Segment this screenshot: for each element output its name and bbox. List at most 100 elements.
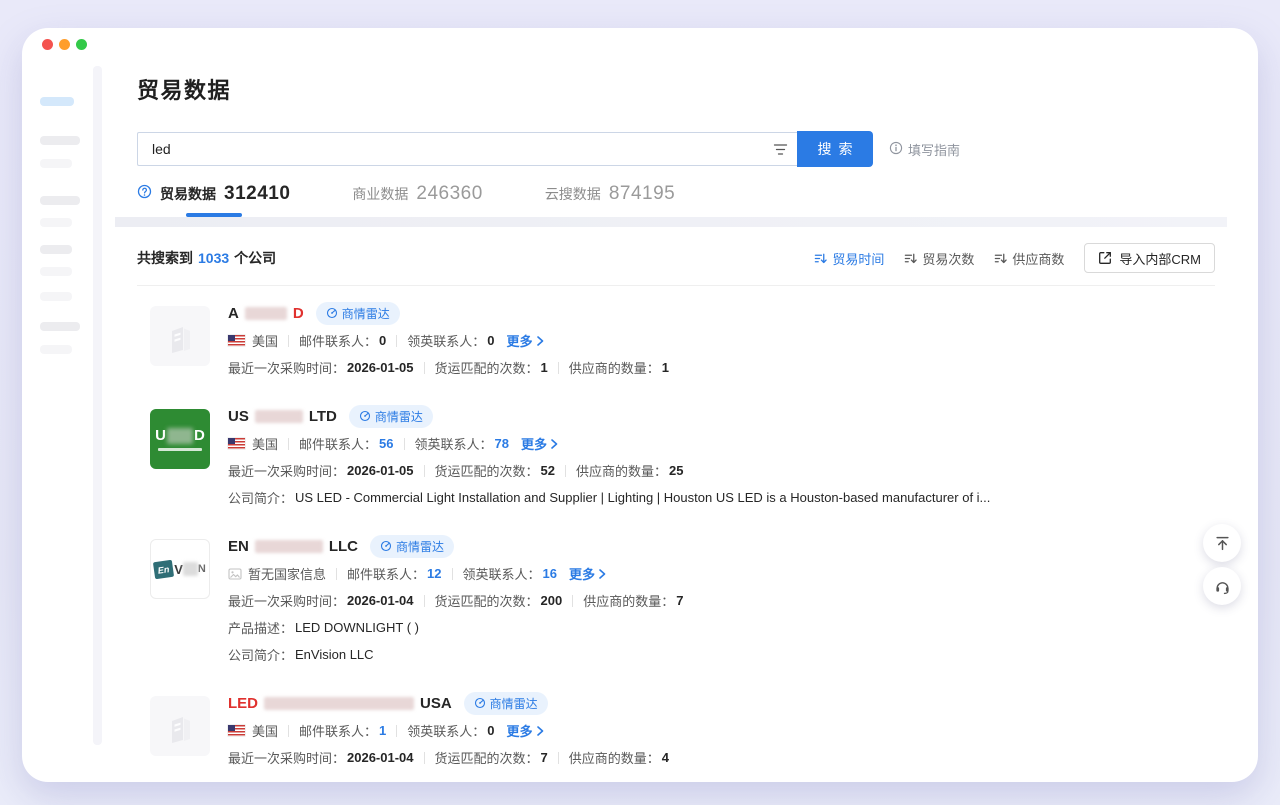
redacted-text xyxy=(264,697,414,710)
intel-radar-badge[interactable]: 商情雷达 xyxy=(316,302,400,325)
linkedin-contact-count: 0 xyxy=(487,723,494,738)
more-link[interactable]: 更多 xyxy=(507,721,545,740)
sort-trade-time[interactable]: 贸易时间 xyxy=(814,249,884,268)
sort-trade-count[interactable]: 贸易次数 xyxy=(904,249,974,268)
linkedin-contact-count: 78 xyxy=(495,436,509,451)
supplier-count: 4 xyxy=(662,750,669,765)
results-header: 共搜索到1033个公司 贸易时间 贸易次数 供应商数 导入内部CRM xyxy=(137,243,1215,273)
email-contact-count: 1 xyxy=(379,723,386,738)
country-label: 美国 xyxy=(252,434,278,453)
company-list-item[interactable]: AD 商情雷达 美国 邮件联系人： 0 领英联系人： 0 更多 xyxy=(137,286,1215,389)
intel-radar-badge[interactable]: 商情雷达 xyxy=(349,405,433,428)
no-country-image-icon xyxy=(228,568,242,580)
company-name[interactable]: LEDUSA xyxy=(228,695,452,712)
tab-count: 246360 xyxy=(416,183,482,205)
company-name[interactable]: USLTD xyxy=(228,408,337,425)
sidebar-item[interactable] xyxy=(40,292,72,301)
chevron-right-icon xyxy=(550,439,559,449)
sidebar-item[interactable] xyxy=(40,245,72,254)
chevron-right-icon xyxy=(598,569,607,579)
fill-guide-link[interactable]: 填写指南 xyxy=(889,140,960,159)
last-purchase-date: 2026-01-04 xyxy=(347,750,414,765)
company-list-item[interactable]: EnVN ENLLC 商情雷达 暂无国家信息 邮件联系人： xyxy=(137,519,1215,676)
us-flag-icon xyxy=(228,438,245,449)
email-contact-count: 0 xyxy=(379,333,386,348)
radar-icon xyxy=(326,307,338,319)
maximize-window-button[interactable] xyxy=(76,39,87,50)
redacted-text xyxy=(183,562,198,576)
headset-icon xyxy=(1214,578,1231,595)
redacted-text xyxy=(245,307,287,320)
tab-count: 874195 xyxy=(609,183,675,205)
import-crm-button[interactable]: 导入内部CRM xyxy=(1084,243,1215,273)
company-list-item[interactable]: LEDUSA 商情雷达 美国 邮件联系人： 1 领英联系人： 0 更多 xyxy=(137,676,1215,779)
search-bar: 搜索 填写指南 xyxy=(137,131,1215,167)
intel-radar-badge[interactable]: 商情雷达 xyxy=(464,692,548,715)
filter-icon[interactable] xyxy=(763,133,797,165)
help-icon[interactable] xyxy=(137,184,152,204)
results-summary: 共搜索到1033个公司 xyxy=(137,248,276,268)
close-window-button[interactable] xyxy=(42,39,53,50)
back-to-top-icon xyxy=(1214,535,1231,552)
company-name[interactable]: ENLLC xyxy=(228,538,358,555)
freight-match-count: 200 xyxy=(541,593,563,608)
app-window: 贸易数据 搜索 填写指南 贸易数据 3124 xyxy=(22,28,1258,782)
more-link[interactable]: 更多 xyxy=(569,564,607,583)
customer-service-button[interactable] xyxy=(1203,567,1241,605)
company-name[interactable]: AD xyxy=(228,305,304,322)
email-contact-count: 12 xyxy=(427,566,441,581)
supplier-count: 7 xyxy=(676,593,683,608)
tab-trade-data[interactable]: 贸易数据 312410 xyxy=(137,183,290,217)
sort-icon xyxy=(814,252,827,265)
more-link[interactable]: 更多 xyxy=(507,331,545,350)
product-description-text: LED DOWNLIGHT ( ) xyxy=(295,620,419,635)
no-country-label: 暂无国家信息 xyxy=(248,564,326,583)
sidebar-item[interactable] xyxy=(40,322,80,331)
redacted-text xyxy=(255,540,323,553)
sort-supplier-count[interactable]: 供应商数 xyxy=(994,249,1064,268)
redacted-text xyxy=(255,410,303,423)
floating-actions xyxy=(1203,524,1241,605)
sidebar-item-active[interactable] xyxy=(40,97,74,106)
minimize-window-button[interactable] xyxy=(59,39,70,50)
back-to-top-button[interactable] xyxy=(1203,524,1241,562)
linkedin-contact-count: 16 xyxy=(543,566,557,581)
building-icon xyxy=(162,318,198,354)
search-button[interactable]: 搜索 xyxy=(797,131,873,167)
radar-icon xyxy=(359,410,371,422)
tab-cloud-search-data[interactable]: 云搜数据 874195 xyxy=(545,183,675,217)
data-tabs: 贸易数据 312410 商业数据 246360 云搜数据 874195 xyxy=(137,183,1215,217)
us-flag-icon xyxy=(228,725,245,736)
company-list-item[interactable]: UD USLTD 商情雷达 美国 邮件联系人： 56 xyxy=(137,389,1215,519)
freight-match-count: 52 xyxy=(541,463,555,478)
country-label: 美国 xyxy=(252,331,278,350)
sidebar-item[interactable] xyxy=(40,136,80,145)
freight-match-count: 7 xyxy=(541,750,548,765)
supplier-count: 25 xyxy=(669,463,683,478)
company-profile-text: EnVision LLC xyxy=(295,647,374,662)
supplier-count: 1 xyxy=(662,360,669,375)
tab-business-data[interactable]: 商业数据 246360 xyxy=(352,183,482,217)
last-purchase-date: 2026-01-04 xyxy=(347,593,414,608)
search-input[interactable] xyxy=(138,141,763,157)
intel-radar-badge[interactable]: 商情雷达 xyxy=(370,535,454,558)
redacted-text xyxy=(167,428,193,444)
company-logo-placeholder xyxy=(150,696,210,756)
radar-icon xyxy=(380,540,392,552)
company-profile-text: US LED - Commercial Light Installation a… xyxy=(295,490,990,505)
sidebar-item[interactable] xyxy=(40,196,80,205)
more-link[interactable]: 更多 xyxy=(521,434,559,453)
sidebar-item[interactable] xyxy=(40,218,72,227)
sidebar-item[interactable] xyxy=(40,267,72,276)
page-title: 贸易数据 xyxy=(137,73,1215,105)
radar-icon xyxy=(474,697,486,709)
window-controls xyxy=(42,39,87,50)
sidebar-item[interactable] xyxy=(40,345,72,354)
last-purchase-date: 2026-01-05 xyxy=(347,360,414,375)
sidebar-item[interactable] xyxy=(40,159,72,168)
sidebar-divider xyxy=(93,66,102,745)
redacted-text xyxy=(158,448,202,451)
company-logo: EnVN xyxy=(150,539,210,599)
chevron-right-icon xyxy=(536,726,545,736)
chevron-right-icon xyxy=(536,336,545,346)
